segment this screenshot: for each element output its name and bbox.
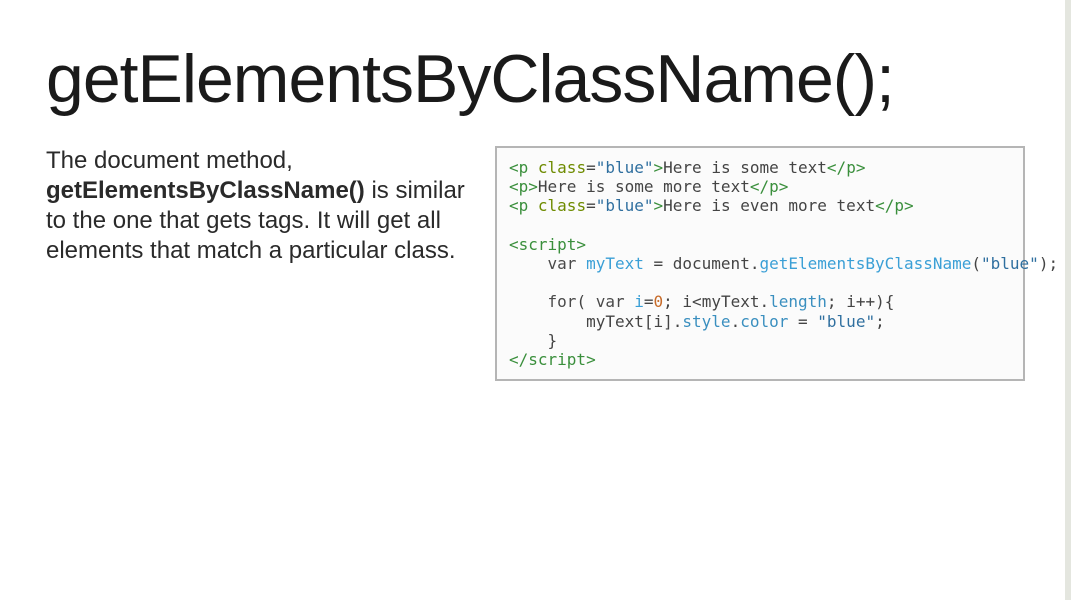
content-row: The document method, getElementsByClassN… — [46, 146, 1025, 381]
page-title: getElementsByClassName(); — [46, 40, 1025, 118]
description-lead: The document method, — [46, 147, 293, 174]
description-bold: getElementsByClassName() — [46, 177, 365, 204]
description: The document method, getElementsByClassN… — [46, 146, 465, 266]
code-sample: <p class="blue">Here is some text</p> <p… — [495, 146, 1025, 381]
slide: getElementsByClassName(); The document m… — [0, 0, 1071, 600]
right-edge-strip — [1065, 0, 1071, 600]
